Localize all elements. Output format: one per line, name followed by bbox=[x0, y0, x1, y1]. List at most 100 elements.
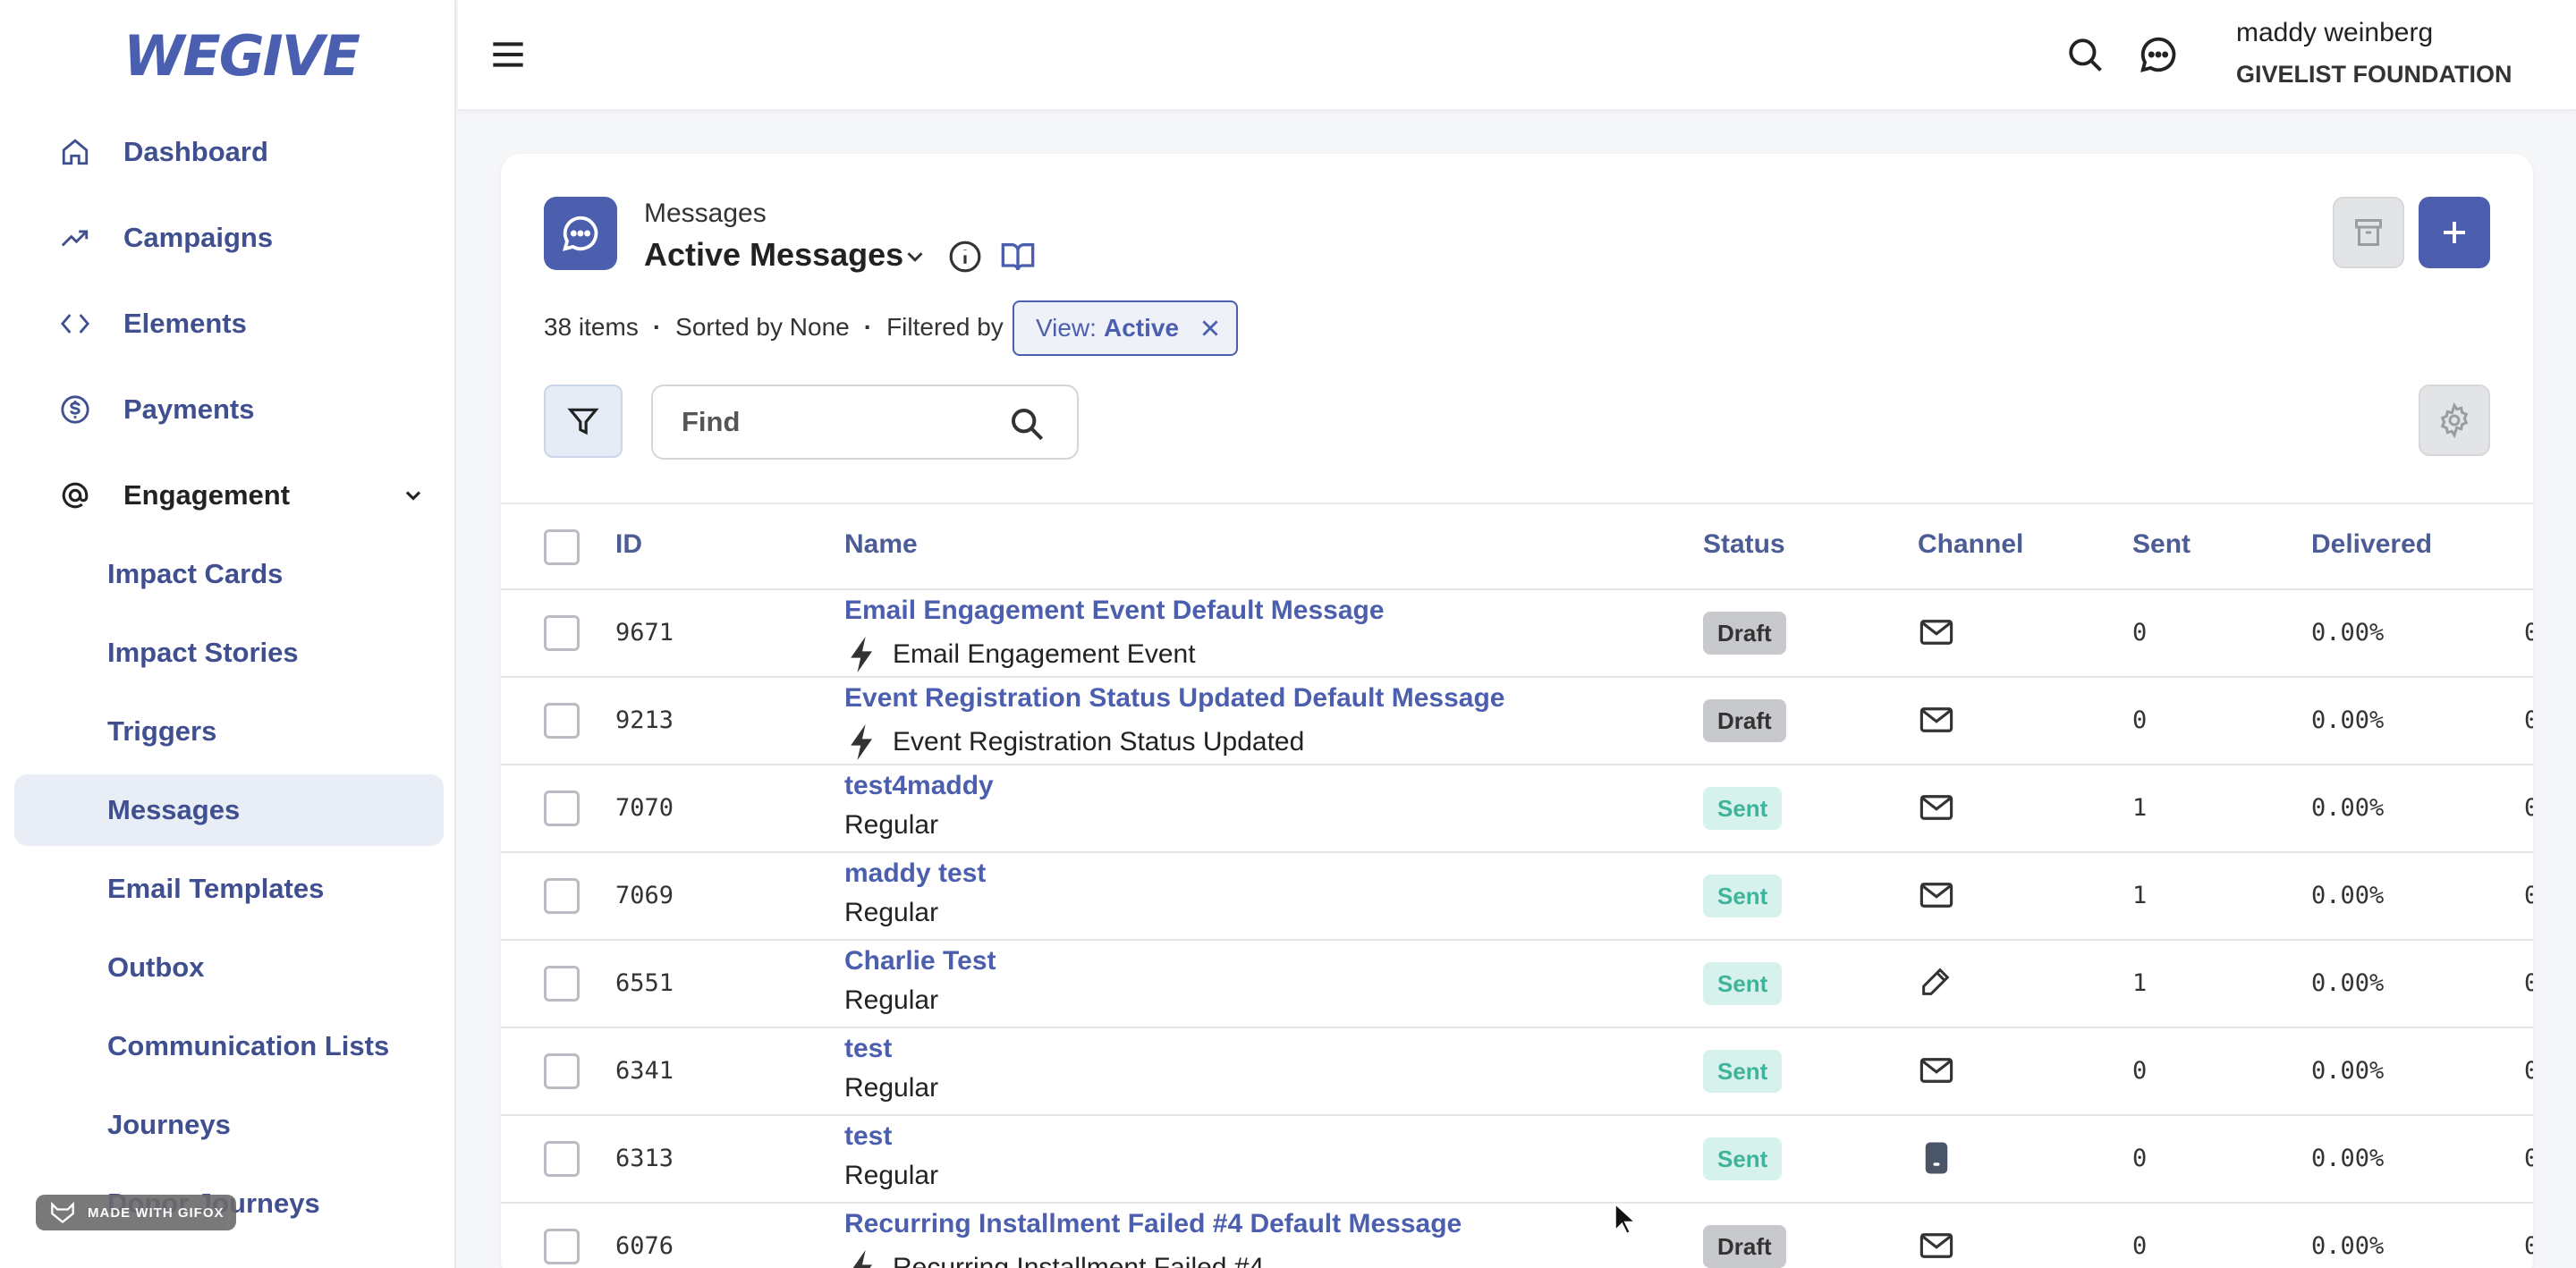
item-count: 38 items bbox=[544, 313, 639, 341]
column-header-sent[interactable]: Sent bbox=[2132, 529, 2190, 560]
table-row[interactable]: 9213 Event Registration Status Updated De… bbox=[501, 678, 2533, 765]
gifox-label: MADE WITH GIFOX bbox=[88, 1205, 225, 1221]
book-icon[interactable] bbox=[1000, 240, 1036, 278]
sidebar-item-payments[interactable]: Payments bbox=[14, 374, 444, 445]
sidebar-item-label: Journeys bbox=[107, 1109, 231, 1140]
row-checkbox[interactable] bbox=[544, 1229, 580, 1264]
row-checkbox[interactable] bbox=[544, 790, 580, 826]
message-name-link[interactable]: Recurring Installment Failed #4 Default … bbox=[844, 1209, 1462, 1239]
chat-icon[interactable] bbox=[2138, 34, 2179, 80]
table-row[interactable]: 6551 Charlie Test Regular Sent 1 0.00% 0 bbox=[501, 941, 2533, 1028]
add-message-button[interactable] bbox=[2419, 197, 2490, 268]
wegive-logo[interactable]: WEGIVE bbox=[123, 23, 360, 89]
sidebar-item-label: Messages bbox=[107, 794, 241, 825]
sidebar-item-campaigns[interactable]: Campaigns bbox=[14, 202, 444, 274]
info-icon[interactable] bbox=[948, 240, 982, 278]
sort-status[interactable]: Sorted by None bbox=[675, 313, 850, 342]
messages-card: Messages Active Messages 38 items · Sort… bbox=[501, 154, 2533, 1268]
cell-sent: 0 bbox=[2132, 1057, 2148, 1085]
column-header-delivered[interactable]: Delivered bbox=[2311, 529, 2432, 560]
user-name[interactable]: maddy weinberg bbox=[2236, 18, 2433, 48]
at-sign-icon bbox=[59, 479, 91, 511]
sidebar-item-impact-cards[interactable]: Impact Cards bbox=[14, 538, 444, 610]
cell-id: 7069 bbox=[615, 882, 674, 909]
lightning-bolt-icon bbox=[844, 635, 880, 674]
search-input[interactable] bbox=[682, 406, 986, 438]
table-settings-button[interactable] bbox=[2419, 385, 2490, 456]
table-row[interactable]: 6313 test Regular Sent 0 0.00% 0 bbox=[501, 1116, 2533, 1204]
chevron-down-icon[interactable] bbox=[902, 243, 928, 275]
messages-table: ID Name Status Channel Sent Delivered 96… bbox=[501, 503, 2533, 1268]
organization-name[interactable]: GIVELIST FOUNDATION bbox=[2236, 61, 2512, 89]
cell-overflow: 0 bbox=[2524, 794, 2533, 822]
sidebar-item-email-templates[interactable]: Email Templates bbox=[14, 853, 444, 925]
table-row[interactable]: 7069 maddy test Regular Sent 1 0.00% 0 bbox=[501, 853, 2533, 941]
sidebar-item-dashboard[interactable]: Dashboard bbox=[14, 116, 444, 188]
row-checkbox[interactable] bbox=[544, 615, 580, 651]
search-icon[interactable] bbox=[2066, 36, 2104, 78]
cell-id: 7070 bbox=[615, 794, 674, 822]
chevron-down-icon[interactable] bbox=[401, 483, 426, 512]
table-row[interactable]: 6076 Recurring Installment Failed #4 Defa… bbox=[501, 1204, 2533, 1268]
message-type: Regular bbox=[844, 985, 938, 1016]
sidebar-item-messages[interactable]: Messages bbox=[14, 774, 444, 846]
page-title[interactable]: Active Messages bbox=[644, 236, 903, 274]
search-icon[interactable] bbox=[1009, 406, 1045, 446]
cell-id: 9213 bbox=[615, 706, 674, 734]
column-header-channel[interactable]: Channel bbox=[1918, 529, 2023, 560]
message-type: Email Engagement Event bbox=[844, 635, 1196, 674]
message-name-link[interactable]: test bbox=[844, 1034, 892, 1064]
select-all-checkbox[interactable] bbox=[544, 529, 580, 565]
filter-button[interactable] bbox=[544, 385, 623, 458]
row-checkbox[interactable] bbox=[544, 966, 580, 1002]
message-name-link[interactable]: Email Engagement Event Default Message bbox=[844, 596, 1385, 626]
sidebar-item-elements[interactable]: Elements bbox=[14, 288, 444, 359]
cell-delivered: 0.00% bbox=[2311, 1145, 2385, 1172]
status-badge: Sent bbox=[1703, 787, 1783, 830]
sidebar-item-impact-stories[interactable]: Impact Stories bbox=[14, 617, 444, 689]
row-checkbox[interactable] bbox=[544, 703, 580, 739]
cell-overflow: 0 bbox=[2524, 1145, 2533, 1172]
sidebar-item-label: Campaigns bbox=[123, 222, 274, 253]
message-name-link[interactable]: Charlie Test bbox=[844, 946, 996, 976]
cell-id: 6313 bbox=[615, 1145, 674, 1172]
cell-id: 6076 bbox=[615, 1232, 674, 1260]
row-checkbox[interactable] bbox=[544, 878, 580, 914]
message-name-link[interactable]: maddy test bbox=[844, 858, 986, 889]
message-name-link[interactable]: test bbox=[844, 1121, 892, 1152]
cell-id: 6551 bbox=[615, 969, 674, 997]
email-icon bbox=[1918, 1227, 1955, 1268]
message-type: Regular bbox=[844, 810, 938, 841]
chip-value: Active bbox=[1103, 314, 1180, 342]
sidebar-item-triggers[interactable]: Triggers bbox=[14, 696, 444, 767]
dollar-circle-icon bbox=[59, 393, 91, 426]
lightning-bolt-icon bbox=[844, 723, 880, 762]
table-row[interactable]: 6341 test Regular Sent 0 0.00% 0 bbox=[501, 1028, 2533, 1116]
column-header-name[interactable]: Name bbox=[844, 529, 918, 560]
sidebar-item-engagement[interactable]: Engagement bbox=[14, 460, 444, 531]
message-type-label: Email Engagement Event bbox=[893, 639, 1196, 669]
cell-overflow: 0 bbox=[2524, 969, 2533, 997]
cell-delivered: 0.00% bbox=[2311, 1232, 2385, 1260]
cell-id: 6341 bbox=[615, 1057, 674, 1085]
table-row[interactable]: 7070 test4maddy Regular Sent 1 0.00% 0 bbox=[501, 765, 2533, 853]
sidebar-item-communication-lists[interactable]: Communication Lists bbox=[14, 1010, 444, 1082]
sidebar-item-journeys[interactable]: Journeys bbox=[14, 1089, 444, 1161]
message-name-link[interactable]: test4maddy bbox=[844, 771, 994, 801]
cell-sent: 1 bbox=[2132, 882, 2148, 909]
close-icon[interactable] bbox=[1199, 317, 1222, 340]
filter-chip-view[interactable]: View: Active bbox=[1013, 300, 1239, 356]
status-badge: Sent bbox=[1703, 1137, 1783, 1180]
funnel-icon bbox=[567, 408, 599, 435]
message-name-link[interactable]: Event Registration Status Updated Defaul… bbox=[844, 683, 1505, 714]
table-row[interactable]: 9671 Email Engagement Event Default Messa… bbox=[501, 590, 2533, 678]
archive-button[interactable] bbox=[2333, 197, 2404, 268]
find-field[interactable] bbox=[651, 385, 1079, 460]
column-header-id[interactable]: ID bbox=[615, 529, 642, 560]
separator-dot: · bbox=[863, 313, 873, 341]
row-checkbox[interactable] bbox=[544, 1053, 580, 1089]
sidebar-item-outbox[interactable]: Outbox bbox=[14, 932, 444, 1003]
row-checkbox[interactable] bbox=[544, 1141, 580, 1177]
menu-icon[interactable] bbox=[490, 39, 526, 74]
column-header-status[interactable]: Status bbox=[1703, 529, 1785, 560]
